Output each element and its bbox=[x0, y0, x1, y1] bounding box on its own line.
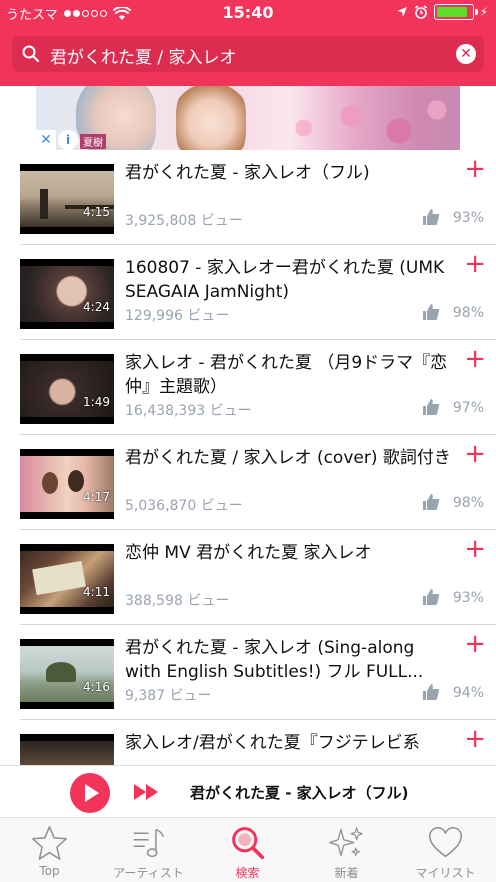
rating-percent: 93% bbox=[452, 590, 484, 606]
tab-label: 新着 bbox=[334, 866, 359, 880]
video-duration: 4:15 bbox=[83, 205, 110, 219]
video-title: 家入レオ/君がくれた夏『フジテレビ系 bbox=[125, 733, 420, 753]
video-duration: 4:11 bbox=[83, 585, 110, 599]
video-duration: 4:24 bbox=[83, 300, 110, 314]
tab-label: アーティスト bbox=[113, 866, 184, 880]
add-to-list-button[interactable]: + bbox=[464, 439, 486, 469]
rating-percent: 94% bbox=[452, 685, 484, 701]
tab-artist[interactable]: アーティスト bbox=[99, 818, 198, 882]
mini-player[interactable]: 君がくれた夏 - 家入レオ（フル) bbox=[0, 765, 496, 817]
add-to-list-button[interactable]: + bbox=[464, 534, 486, 564]
result-row[interactable]: 4:16 君がくれた夏 - 家入レオ (Sing-along with Engl… bbox=[0, 625, 496, 720]
video-title: 160807 - 家入レオー君がくれた夏 (UMK SEAGAIA JamNig… bbox=[125, 258, 445, 302]
video-duration: 4:16 bbox=[83, 680, 110, 694]
search-icon bbox=[232, 827, 265, 860]
search-input[interactable]: 君がくれた夏 / 家入レオ bbox=[50, 43, 237, 68]
sparkle-icon bbox=[329, 827, 363, 857]
video-title: 家入レオ - 君がくれた夏 （月9ドラマ『恋仲』主題歌） bbox=[125, 353, 448, 397]
view-count: 16,438,393 ビュー bbox=[125, 403, 252, 419]
charging-icon: ⚡ bbox=[479, 5, 488, 19]
add-to-list-button[interactable]: + bbox=[464, 724, 486, 754]
star-icon bbox=[32, 826, 67, 860]
add-to-list-button[interactable]: + bbox=[464, 344, 486, 374]
tab-label: Top bbox=[39, 864, 60, 878]
add-to-list-button[interactable]: + bbox=[464, 249, 486, 279]
tab-bar: Top アーティスト 検索 新着 マイリスト bbox=[0, 817, 496, 882]
view-count: 9,387 ビュー bbox=[125, 688, 212, 704]
result-row[interactable]: 4:17 君がくれた夏 / 家入レオ (cover) 歌詞付き 5,036,87… bbox=[0, 435, 496, 530]
search-icon bbox=[22, 45, 40, 63]
video-thumbnail[interactable]: 4:11 bbox=[20, 544, 114, 614]
now-playing-title[interactable]: 君がくれた夏 - 家入レオ（フル) bbox=[190, 782, 409, 803]
add-to-list-button[interactable]: + bbox=[464, 154, 486, 184]
battery-level bbox=[436, 7, 468, 17]
status-bar: うたスマ 15:40 ⚡ bbox=[0, 0, 496, 28]
result-row[interactable]: 4:24 160807 - 家入レオー君がくれた夏 (UMK SEAGAIA J… bbox=[0, 245, 496, 340]
fast-forward-icon[interactable] bbox=[132, 782, 162, 802]
video-duration: 1:49 bbox=[83, 395, 110, 409]
rating-percent: 93% bbox=[452, 210, 484, 226]
thumbs-up-icon bbox=[423, 684, 440, 700]
result-row[interactable]: 家入レオ/君がくれた夏『フジテレビ系 + bbox=[0, 720, 496, 765]
video-title: 恋仲 MV 君がくれた夏 家入レオ bbox=[125, 543, 372, 563]
thumbs-up-icon bbox=[423, 304, 440, 320]
result-row[interactable]: 4:11 恋仲 MV 君がくれた夏 家入レオ 388,598 ビュー 93% + bbox=[0, 530, 496, 625]
banner-ad[interactable]: ✕ i 夏樹 bbox=[36, 86, 460, 150]
video-thumbnail[interactable]: 1:49 bbox=[20, 354, 114, 424]
battery-icon bbox=[433, 4, 478, 20]
thumbs-up-icon bbox=[423, 494, 440, 510]
video-duration: 4:17 bbox=[83, 490, 110, 504]
rating-percent: 98% bbox=[452, 305, 484, 321]
video-thumbnail[interactable]: 4:24 bbox=[20, 259, 114, 329]
view-count: 388,598 ビュー bbox=[125, 593, 230, 609]
tab-top[interactable]: Top bbox=[0, 818, 99, 882]
thumbs-up-icon bbox=[423, 399, 440, 415]
rating-percent: 97% bbox=[452, 400, 484, 416]
search-bar[interactable]: 君がくれた夏 / 家入レオ ✕ bbox=[12, 36, 484, 72]
add-to-list-button[interactable]: + bbox=[464, 629, 486, 659]
view-count: 129,996 ビュー bbox=[125, 308, 230, 324]
video-title: 君がくれた夏 / 家入レオ (cover) 歌詞付き bbox=[125, 448, 451, 468]
ad-close-icon[interactable]: ✕ bbox=[36, 130, 56, 150]
thumbs-up-icon bbox=[423, 589, 440, 605]
ad-info-icon[interactable]: i bbox=[58, 130, 78, 150]
heart-icon bbox=[429, 826, 462, 858]
results-list[interactable]: 4:15 君がくれた夏 - 家入レオ（フル) 3,925,808 ビュー 93%… bbox=[0, 150, 496, 765]
music-list-icon bbox=[133, 828, 165, 858]
result-row[interactable]: 4:15 君がくれた夏 - 家入レオ（フル) 3,925,808 ビュー 93%… bbox=[0, 150, 496, 245]
tab-new[interactable]: 新着 bbox=[297, 818, 396, 882]
tab-label: マイリスト bbox=[415, 866, 476, 880]
view-count: 5,036,870 ビュー bbox=[125, 498, 243, 514]
video-title: 君がくれた夏 - 家入レオ（フル) bbox=[125, 163, 370, 183]
clear-icon[interactable]: ✕ bbox=[456, 44, 476, 64]
thumbs-up-icon bbox=[423, 209, 440, 225]
ad-character-image bbox=[176, 86, 246, 150]
view-count: 3,925,808 ビュー bbox=[125, 213, 243, 229]
alarm-icon bbox=[414, 5, 427, 19]
video-thumbnail[interactable]: 4:15 bbox=[20, 164, 114, 234]
ad-flower-image bbox=[266, 92, 456, 150]
tab-mylist[interactable]: マイリスト bbox=[396, 818, 495, 882]
video-thumbnail[interactable]: 4:16 bbox=[20, 639, 114, 709]
ad-caption: 夏樹 bbox=[80, 134, 106, 149]
location-icon bbox=[396, 7, 407, 17]
tab-label: 検索 bbox=[235, 866, 260, 880]
video-title: 君がくれた夏 - 家入レオ (Sing-along with English S… bbox=[125, 638, 424, 682]
rating-percent: 98% bbox=[452, 495, 484, 511]
tab-search[interactable]: 検索 bbox=[198, 818, 297, 882]
header: うたスマ 15:40 ⚡ 君がくれた夏 / 家入レオ ✕ bbox=[0, 0, 496, 86]
video-thumbnail[interactable] bbox=[20, 734, 114, 765]
video-thumbnail[interactable]: 4:17 bbox=[20, 449, 114, 519]
result-row[interactable]: 1:49 家入レオ - 君がくれた夏 （月9ドラマ『恋仲』主題歌） 16,438… bbox=[0, 340, 496, 435]
play-button[interactable] bbox=[70, 773, 110, 813]
